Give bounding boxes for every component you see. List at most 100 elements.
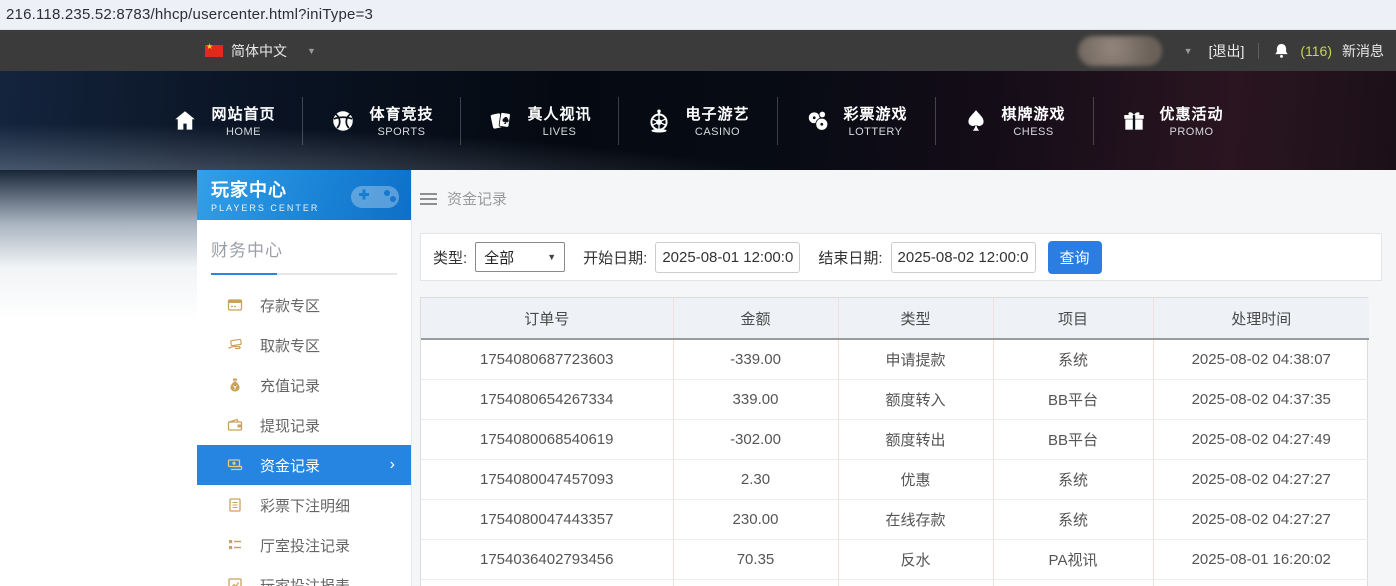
table-row: 1754036402793456 70.35 反水 PA视讯 2025-08-0…	[421, 539, 1369, 579]
col-header-amount: 金额	[673, 298, 838, 339]
cell-amount: -339.00	[673, 339, 838, 379]
sidebar-item-label: 充值记录	[260, 375, 320, 396]
nav-label-en: CHESS	[1002, 126, 1066, 138]
cell-type: 申请提款	[838, 339, 993, 379]
table-header-row: 订单号 金额 类型 项目 处理时间	[421, 298, 1369, 339]
nav-item-casino[interactable]: 电子游艺 CASINO	[618, 97, 776, 145]
hall-bet-record-icon	[227, 537, 243, 553]
nav-label-en: HOME	[211, 126, 275, 138]
sidebar-item-label: 玩家投注报表	[260, 575, 350, 586]
sidebar-item-label: 彩票下注明细	[260, 495, 350, 516]
nav-item-home[interactable]: 网站首页 HOME	[145, 97, 302, 145]
sidebar-header: 玩家中心 PLAYERS CENTER	[197, 170, 411, 220]
home-icon	[172, 108, 198, 134]
sidebar-menu: 存款专区 取款专区 充值记录 提现记录	[197, 285, 411, 586]
cell-project: PA视讯	[993, 539, 1153, 579]
cell-type: 优惠	[838, 459, 993, 499]
cell-type: 反水	[838, 539, 993, 579]
nav-item-promo[interactable]: 优惠活动 PROMO	[1093, 97, 1251, 145]
funds-table: 订单号 金额 类型 项目 处理时间 1754080687723603 -339.…	[420, 297, 1368, 586]
nav-label-zh: 优惠活动	[1160, 103, 1224, 124]
page-title: 资金记录	[447, 188, 507, 209]
cell-time: 2025-08-02 04:27:49	[1153, 419, 1369, 459]
sidebar-item-label: 厅室投注记录	[260, 535, 350, 556]
cards-icon	[488, 108, 514, 134]
menu-bars-icon	[420, 193, 437, 205]
logout-link[interactable]: [退出]	[1209, 41, 1245, 61]
username-redacted[interactable]	[1078, 36, 1162, 66]
main-nav: 网站首页 HOME 体育竞技 SPORTS 真人视讯 LIVES	[0, 71, 1396, 170]
col-header-time: 处理时间	[1153, 298, 1369, 339]
end-date-label: 结束日期:	[818, 247, 882, 268]
nav-label-zh: 棋牌游戏	[1002, 103, 1066, 124]
table-row: 1754080047457093 2.30 优惠 系统 2025-08-02 0…	[421, 459, 1369, 499]
sidebar-item-lottery-detail[interactable]: 彩票下注明细	[197, 485, 411, 525]
cell-type: 额度转出	[838, 419, 993, 459]
nav-label-en: LOTTERY	[844, 126, 908, 138]
message-label[interactable]: 新消息	[1342, 41, 1384, 61]
browser-url-bar[interactable]: 216.118.235.52:8783/hhcp/usercenter.html…	[0, 0, 1396, 30]
cell-order-no: 1754080047457093	[421, 459, 673, 499]
player-report-icon	[227, 577, 243, 586]
language-label: 简体中文	[231, 41, 287, 61]
cell-project: BB平台	[993, 419, 1153, 459]
table-row: 1754080654267334 339.00 额度转入 BB平台 2025-0…	[421, 379, 1369, 419]
deposit-icon	[227, 297, 243, 313]
cell-amount: 70.35	[673, 539, 838, 579]
nav-item-lives[interactable]: 真人视讯 LIVES	[460, 97, 618, 145]
chevron-down-icon[interactable]: ▼	[1184, 46, 1193, 56]
main-content: 资金记录 类型: 全部 ▼ 开始日期: 结束日期: 查询 订单号 金额	[420, 170, 1382, 586]
col-header-order-no: 订单号	[421, 298, 673, 339]
sidebar-item-withdrawal-record[interactable]: 提现记录	[197, 405, 411, 445]
cell-project: 系统	[993, 339, 1153, 379]
sidebar-item-player-report[interactable]: 玩家投注报表	[197, 565, 411, 586]
message-count[interactable]: (116)	[1300, 43, 1332, 59]
banner-fade	[0, 170, 197, 320]
nav-label-en: SPORTS	[369, 126, 433, 138]
cell-amount: 2.30	[673, 459, 838, 499]
type-select[interactable]: 全部 ▼	[475, 242, 565, 272]
start-date-input[interactable]	[655, 242, 800, 273]
chevron-down-icon: ▼	[307, 46, 316, 56]
nav-label-zh: 电子游艺	[685, 103, 749, 124]
end-date-input[interactable]	[891, 242, 1036, 273]
cell-order-no: 1754036402793456	[421, 539, 673, 579]
cell-project: 系统	[993, 499, 1153, 539]
sidebar-section: 财务中心	[197, 220, 411, 275]
search-button[interactable]: 查询	[1048, 241, 1102, 274]
top-bar: 简体中文 ▼ ▼ [退出] (116) 新消息	[0, 30, 1396, 71]
top-bar-right: ▼ [退出] (116) 新消息	[1078, 36, 1388, 66]
sidebar-item-funds-record[interactable]: 资金记录 ›	[197, 445, 411, 485]
sidebar-item-label: 取款专区	[260, 335, 320, 356]
recharge-record-icon	[227, 377, 243, 393]
nav-item-sports[interactable]: 体育竞技 SPORTS	[302, 97, 460, 145]
withdraw-icon	[227, 337, 243, 353]
cell-order-no: 1754080068540619	[421, 419, 673, 459]
sidebar-item-deposit[interactable]: 存款专区	[197, 285, 411, 325]
chevron-right-icon: ›	[390, 456, 395, 474]
section-title: 财务中心	[211, 236, 397, 261]
cell-time: 2025-08-02 04:27:27	[1153, 499, 1369, 539]
sidebar-item-hall-bet-record[interactable]: 厅室投注记录	[197, 525, 411, 565]
sidebar-item-recharge-record[interactable]: 充值记录	[197, 365, 411, 405]
nav-item-lottery[interactable]: 彩票游戏 LOTTERY	[777, 97, 935, 145]
cell-amount: 230.00	[673, 499, 838, 539]
nav-label-en: CASINO	[685, 126, 749, 138]
nav-label-zh: 网站首页	[211, 103, 275, 124]
chevron-down-icon: ▼	[547, 252, 556, 262]
cell-order-no: 1754080654267334	[421, 379, 673, 419]
bell-icon[interactable]	[1273, 42, 1290, 60]
url-text[interactable]: 216.118.235.52:8783/hhcp/usercenter.html…	[6, 6, 373, 23]
lottery-balls-icon	[805, 108, 831, 134]
language-selector[interactable]: 简体中文 ▼	[205, 41, 316, 61]
breadcrumb: 资金记录	[420, 188, 1382, 209]
sidebar-item-withdraw-zone[interactable]: 取款专区	[197, 325, 411, 365]
spade-icon	[963, 108, 989, 134]
sidebar-item-label: 存款专区	[260, 295, 320, 316]
gift-icon	[1121, 108, 1147, 134]
nav-item-chess[interactable]: 棋牌游戏 CHESS	[935, 97, 1093, 145]
cell-amount: -302.00	[673, 419, 838, 459]
cell-project: 系统	[993, 459, 1153, 499]
table-row: 1754080068540619 -302.00 额度转出 BB平台 2025-…	[421, 419, 1369, 459]
gamepad-icon	[347, 178, 403, 219]
